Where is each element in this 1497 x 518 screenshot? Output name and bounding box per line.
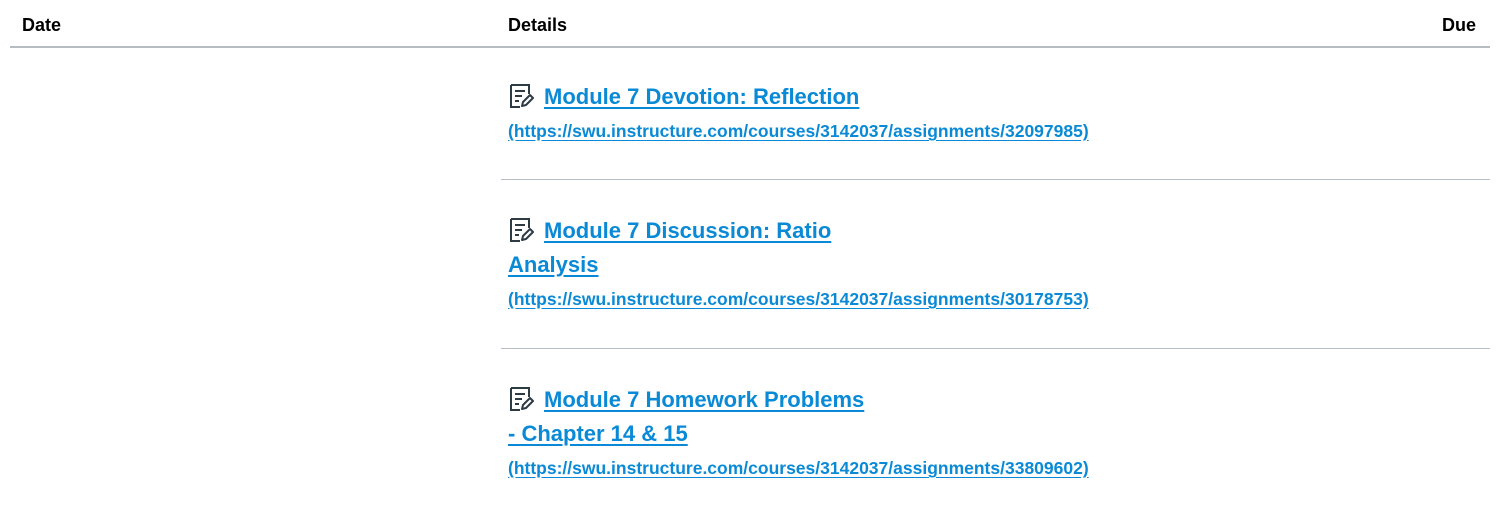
table-row: Module 7 Devotion: Reflection (https://s… <box>508 80 1490 148</box>
assignment-link-title[interactable]: Module 7 Homework Problems <box>544 387 864 412</box>
table-row: Module 7 Discussion: Ratio Analysis (htt… <box>508 214 1490 316</box>
assignment-icon <box>510 84 534 108</box>
table-row: Module 7 Homework Problems - Chapter 14 … <box>508 383 1490 485</box>
assignment-link-url[interactable]: (https://swu.instructure.com/courses/314… <box>508 121 1089 141</box>
assignment-link-title-cont[interactable]: Analysis <box>508 252 599 277</box>
assignment-link-title[interactable]: Module 7 Devotion: Reflection <box>544 84 859 109</box>
assignment-link-title[interactable]: Module 7 Discussion: Ratio <box>544 218 831 243</box>
column-header-date: Date <box>22 15 62 35</box>
column-header-details: Details <box>508 15 568 35</box>
assignment-link-url[interactable]: (https://swu.instructure.com/courses/314… <box>508 458 1089 478</box>
column-header-due: Due <box>1441 15 1476 35</box>
assignment-link-title-cont[interactable]: - Chapter 14 & 15 <box>508 421 688 446</box>
row-divider <box>501 348 1490 349</box>
table-header: Date Details Due <box>10 0 1490 48</box>
assignment-icon <box>510 387 534 411</box>
assignment-link-url[interactable]: (https://swu.instructure.com/courses/314… <box>508 289 1089 309</box>
assignment-icon <box>510 218 534 242</box>
row-divider <box>501 179 1490 180</box>
